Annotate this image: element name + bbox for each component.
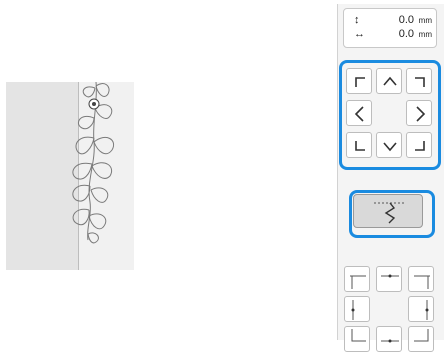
move-down-right-button[interactable] [406, 132, 432, 158]
align-bottom-right-icon [414, 329, 429, 342]
vertical-value: 0.0 [398, 14, 414, 26]
horizontal-value: 0.0 [398, 28, 414, 40]
feather-design [72, 82, 114, 244]
corner-down-left-icon [355, 141, 365, 151]
chevron-up-icon [383, 76, 397, 86]
horizontal-unit: mm [418, 30, 432, 39]
align-bottom-left-button[interactable] [344, 326, 370, 352]
corner-up-left-icon [355, 77, 365, 87]
align-bottom-center-icon [381, 339, 399, 343]
move-up-button[interactable] [376, 68, 402, 94]
corner-up-right-icon [415, 77, 425, 87]
move-down-left-button[interactable] [346, 132, 372, 158]
align-top-right-button[interactable] [408, 266, 434, 292]
vertical-readout: ↕ 0.0 mm [344, 14, 436, 28]
horizontal-move-icon: ↔ [354, 28, 365, 40]
needle-point-stitch-icon [374, 202, 404, 224]
chevron-right-icon [416, 106, 426, 122]
move-down-button[interactable] [376, 132, 402, 158]
align-top-left-button[interactable] [344, 266, 370, 292]
align-top-center-icon [381, 274, 399, 278]
move-right-button[interactable] [406, 100, 432, 126]
align-bottom-left-icon [351, 329, 366, 342]
design-preview [6, 82, 134, 270]
needle-point-stitch-button[interactable] [353, 194, 423, 228]
align-top-right-icon [414, 275, 430, 289]
needle-position-marker [88, 98, 100, 110]
align-bottom-right-button[interactable] [408, 326, 434, 352]
align-middle-right-icon [425, 300, 429, 320]
move-left-button[interactable] [346, 100, 372, 126]
align-top-center-button[interactable] [376, 266, 402, 292]
move-up-left-button[interactable] [346, 68, 372, 94]
align-bottom-center-button[interactable] [376, 326, 402, 352]
horizontal-readout: ↔ 0.0 mm [344, 28, 436, 42]
align-middle-left-icon [351, 300, 355, 320]
vertical-move-icon: ↕ [354, 14, 360, 26]
chevron-down-icon [383, 142, 397, 152]
align-middle-left-button[interactable] [344, 296, 370, 322]
align-top-left-icon [350, 275, 366, 289]
corner-down-right-icon [415, 141, 425, 151]
align-middle-right-button[interactable] [408, 296, 434, 322]
vertical-unit: mm [418, 16, 432, 25]
position-readout: ↕ 0.0 mm ↔ 0.0 mm [343, 8, 437, 48]
chevron-left-icon [354, 106, 364, 122]
move-up-right-button[interactable] [406, 68, 432, 94]
